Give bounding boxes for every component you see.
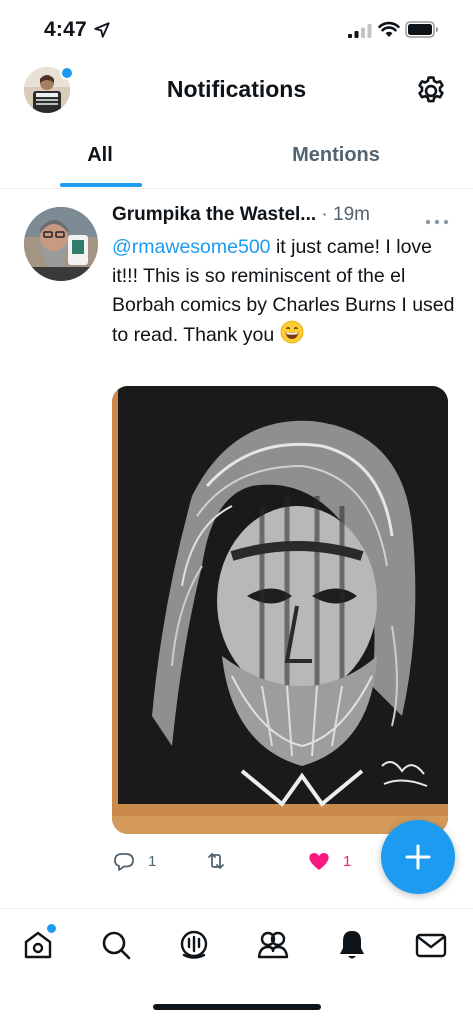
wifi-icon xyxy=(378,21,400,37)
gear-icon xyxy=(418,76,444,103)
notification-tweet[interactable]: Grumpika the Wastel... · 19m @rmawesome5… xyxy=(0,189,473,891)
nav-messages[interactable] xyxy=(413,927,449,963)
home-notification-dot xyxy=(45,922,58,935)
tweet-text-line1: it just came! xyxy=(270,236,380,258)
tab-label: Mentions xyxy=(292,144,380,166)
tweet-time: 19m xyxy=(333,204,370,225)
retweet-icon xyxy=(208,853,224,869)
heart-filled-icon xyxy=(309,852,329,870)
tab-label: All xyxy=(87,144,113,166)
communities-icon xyxy=(257,931,289,959)
compose-button[interactable] xyxy=(381,820,455,894)
reply-count: 1 xyxy=(148,852,157,870)
status-bar: 4:47 xyxy=(0,0,473,62)
like-button[interactable]: 1 xyxy=(307,845,351,877)
spaces-icon xyxy=(180,930,208,959)
tab-all[interactable]: All xyxy=(0,130,200,188)
nav-communities[interactable] xyxy=(255,927,291,963)
tweet-header: Grumpika the Wastel... · 19m xyxy=(112,204,452,232)
retweet-button[interactable] xyxy=(204,845,240,877)
settings-button[interactable] xyxy=(414,74,448,108)
plus-icon xyxy=(405,844,431,870)
mail-icon xyxy=(415,933,447,958)
reply-icon xyxy=(114,853,134,871)
bell-icon xyxy=(340,931,364,959)
nav-notifications[interactable] xyxy=(334,927,370,963)
battery-icon xyxy=(405,21,438,38)
tab-bar: All Mentions xyxy=(0,130,473,189)
tweet-media-image[interactable] xyxy=(112,386,448,834)
signal-icon xyxy=(348,24,372,38)
mention-link[interactable]: @rmawesome500 xyxy=(112,236,271,258)
author-avatar[interactable] xyxy=(24,207,98,281)
screen: 4:47 Notifications All Mentions Grumpika… xyxy=(0,0,473,1024)
location-arrow-icon xyxy=(94,22,110,38)
author-name[interactable]: Grumpika the Wastel... xyxy=(112,204,316,225)
like-count: 1 xyxy=(343,852,352,870)
nav-spaces[interactable] xyxy=(176,927,212,963)
page-title: Notifications xyxy=(166,76,307,102)
reply-button[interactable]: 1 xyxy=(112,845,156,877)
grinning-face-emoji xyxy=(280,320,304,344)
status-time: 4:47 xyxy=(44,18,87,41)
tweet-text: @rmawesome500 it just came! I love it!!!… xyxy=(112,233,457,350)
nav-search[interactable] xyxy=(98,927,134,963)
bottom-nav xyxy=(0,908,473,989)
separator-dot: · xyxy=(321,204,328,225)
tab-indicator xyxy=(60,183,142,187)
header: Notifications xyxy=(0,62,473,122)
scratchboard-artwork xyxy=(112,386,448,834)
author-photo xyxy=(24,207,98,281)
home-indicator[interactable] xyxy=(153,1004,321,1010)
more-icon xyxy=(425,219,449,225)
tab-mentions[interactable]: Mentions xyxy=(236,130,436,188)
search-icon xyxy=(102,931,131,960)
more-options-button[interactable] xyxy=(424,213,450,225)
